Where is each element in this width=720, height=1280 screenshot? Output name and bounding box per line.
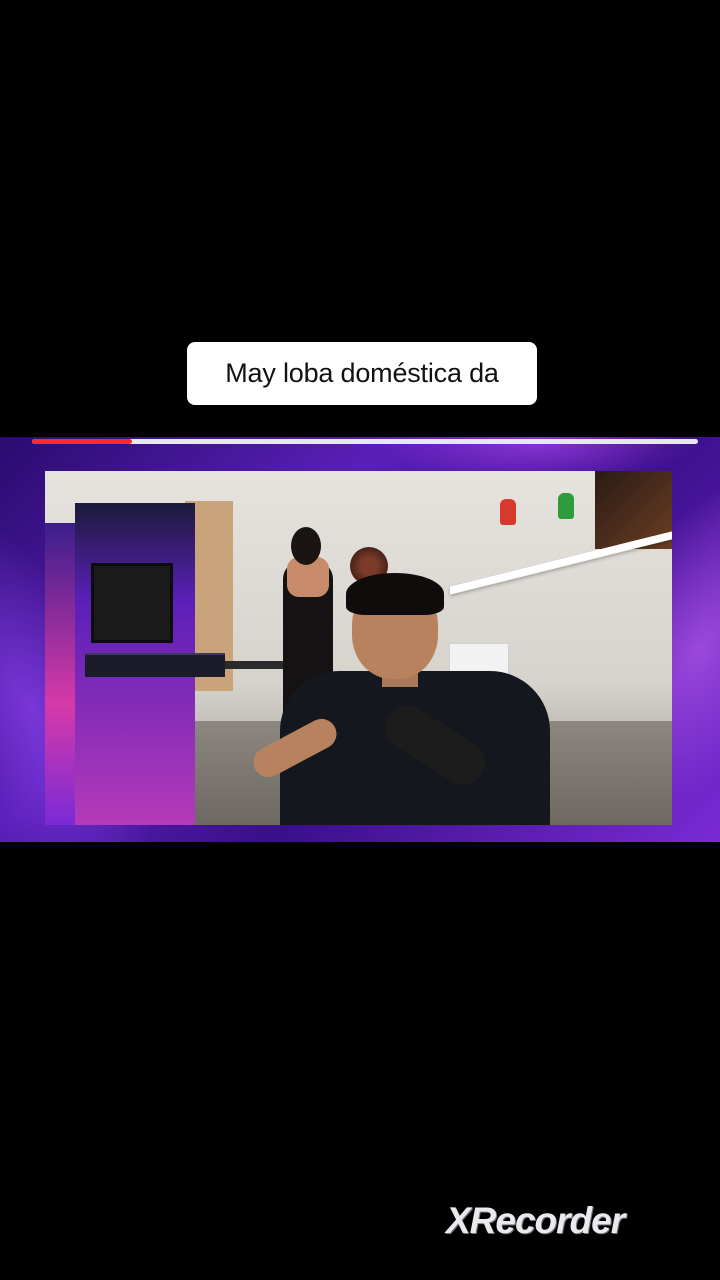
person-foreground-hair <box>346 573 444 615</box>
webcam-view <box>45 471 672 825</box>
video-progress-fill <box>32 439 132 444</box>
figurine <box>558 493 574 519</box>
arcade-cabinet <box>45 503 225 825</box>
video-progress-bar[interactable] <box>32 439 698 444</box>
caption-text: May loba doméstica da <box>225 358 499 388</box>
video-frame[interactable] <box>0 437 720 842</box>
xrecorder-watermark: XRecorder <box>446 1200 625 1241</box>
person-foreground <box>248 573 590 825</box>
arcade-screen <box>91 563 173 643</box>
screen: May loba doméstica da XRecorder <box>0 0 720 1280</box>
figurine <box>500 499 516 525</box>
person-background-head <box>291 527 321 565</box>
arcade-control-panel <box>85 653 225 677</box>
caption-box: May loba doméstica da <box>187 342 537 405</box>
